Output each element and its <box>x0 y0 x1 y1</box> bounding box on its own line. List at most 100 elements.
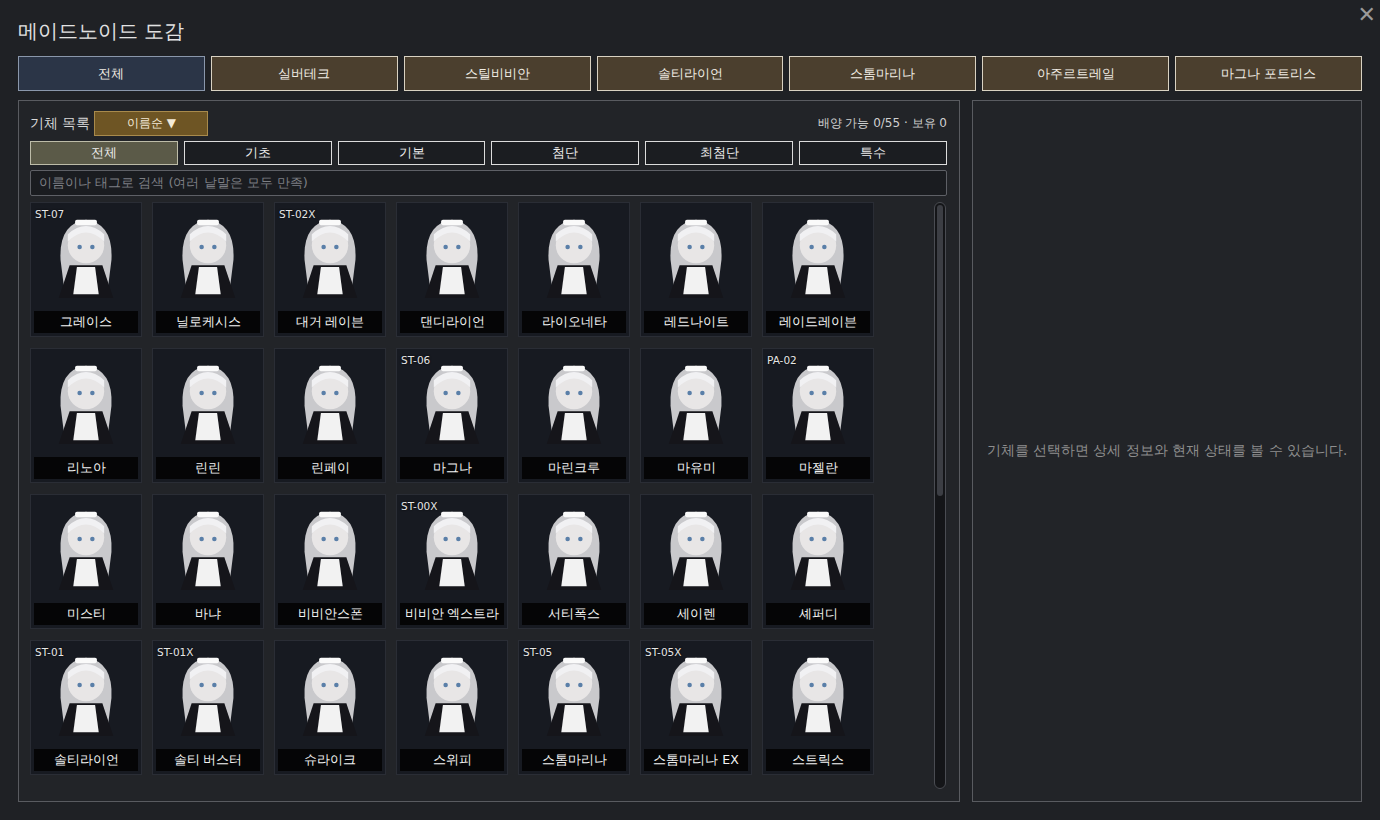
unit-card[interactable]: 미스티 <box>30 494 142 629</box>
faction-tab[interactable]: 스톰마리나 <box>789 56 976 91</box>
tier-tabs: 전체기초기본첨단최첨단특수 <box>30 141 947 165</box>
close-button[interactable]: ✕ <box>1358 2 1376 27</box>
unit-code: ST-07 <box>35 208 64 220</box>
unit-name: 스위피 <box>400 749 504 771</box>
unit-card[interactable]: 스위피 <box>396 640 508 775</box>
unit-card[interactable]: 바냐 <box>152 494 264 629</box>
maid-portrait-icon <box>528 499 620 599</box>
unit-card[interactable]: 마린크루 <box>518 348 630 483</box>
card-list: ST-07 그레이스 닐로케시스 ST-02X 대거 레이븐 댄디라이언 라이오… <box>30 202 947 789</box>
unit-card[interactable]: 스트릭스 <box>762 640 874 775</box>
maid-portrait-icon <box>650 645 742 745</box>
unit-card[interactable]: 셰퍼디 <box>762 494 874 629</box>
unit-card[interactable]: ST-06 마그나 <box>396 348 508 483</box>
unit-card[interactable]: 비비안스폰 <box>274 494 386 629</box>
unit-code: ST-00X <box>401 500 437 512</box>
unit-name: 스톰마리나 <box>522 749 626 771</box>
maid-portrait-icon <box>284 207 376 307</box>
unit-card[interactable]: ST-02X 대거 레이븐 <box>274 202 386 337</box>
unit-name: 마유미 <box>644 457 748 479</box>
tier-tab[interactable]: 기초 <box>184 141 332 165</box>
maid-portrait-icon <box>772 207 864 307</box>
unit-card[interactable]: 린페이 <box>274 348 386 483</box>
unit-name: 그레이스 <box>34 311 138 333</box>
unit-card[interactable]: 마유미 <box>640 348 752 483</box>
unit-name: 비비안스폰 <box>278 603 382 625</box>
unit-name: 라이오네타 <box>522 311 626 333</box>
unit-name: 댄디라이언 <box>400 311 504 333</box>
tier-tab[interactable]: 기본 <box>338 141 486 165</box>
maid-portrait-icon <box>284 353 376 453</box>
maid-portrait-icon <box>528 207 620 307</box>
unit-card[interactable]: 슈라이크 <box>274 640 386 775</box>
unit-code: ST-05X <box>645 646 681 658</box>
unit-name: 솔티라이언 <box>34 749 138 771</box>
unit-card[interactable]: 서티폭스 <box>518 494 630 629</box>
unit-name: 린페이 <box>278 457 382 479</box>
unit-card[interactable]: 댄디라이언 <box>396 202 508 337</box>
unit-name: 서티폭스 <box>522 603 626 625</box>
unit-code: ST-02X <box>279 208 315 220</box>
faction-tabs: 전체실버테크스틸비비안솔티라이언스톰마리나아주르트레일마그나 포트리스 <box>18 56 1362 91</box>
unit-card[interactable]: ST-07 그레이스 <box>30 202 142 337</box>
detail-panel: 기체를 선택하면 상세 정보와 현재 상태를 볼 수 있습니다. <box>972 100 1362 802</box>
tier-tab[interactable]: 전체 <box>30 141 178 165</box>
maid-portrait-icon <box>650 499 742 599</box>
scrollbar[interactable] <box>934 202 946 789</box>
unit-card[interactable]: 레드나이트 <box>640 202 752 337</box>
list-label: 기체 목록 <box>30 115 90 133</box>
tier-tab[interactable]: 첨단 <box>491 141 639 165</box>
unit-card[interactable]: ST-01X 솔티 버스터 <box>152 640 264 775</box>
maid-portrait-icon <box>40 353 132 453</box>
scroll-thumb[interactable] <box>937 205 943 496</box>
faction-tab[interactable]: 전체 <box>18 56 205 91</box>
unit-code: ST-06 <box>401 354 430 366</box>
maid-portrait-icon <box>284 645 376 745</box>
window-title: 메이드노이드 도감 <box>18 12 184 45</box>
title-bar: 메이드노이드 도감 ✕ <box>18 0 1362 56</box>
maid-portrait-icon <box>772 353 864 453</box>
unit-card[interactable]: 린린 <box>152 348 264 483</box>
sort-dropdown[interactable]: 이름순 ▼ <box>94 111 208 136</box>
maid-portrait-icon <box>772 645 864 745</box>
unit-code: PA-02 <box>767 354 797 366</box>
faction-tab[interactable]: 솔티라이언 <box>597 56 784 91</box>
unit-code: ST-05 <box>523 646 552 658</box>
unit-card[interactable]: ST-05X 스톰마리나 EX <box>640 640 752 775</box>
unit-name: 레드나이트 <box>644 311 748 333</box>
maid-portrait-icon <box>650 207 742 307</box>
unit-name: 미스티 <box>34 603 138 625</box>
maid-portrait-icon <box>162 645 254 745</box>
maid-portrait-icon <box>772 499 864 599</box>
faction-tab[interactable]: 마그나 포트리스 <box>1175 56 1362 91</box>
unit-card[interactable]: PA-02 마젤란 <box>762 348 874 483</box>
faction-tab[interactable]: 아주르트레일 <box>982 56 1169 91</box>
unit-name: 비비안 엑스트라 <box>400 603 504 625</box>
faction-tab[interactable]: 스틸비비안 <box>404 56 591 91</box>
unit-card[interactable]: 레이드레이븐 <box>762 202 874 337</box>
search-field[interactable]: 이름이나 태그로 검색 (여러 낱말은 모두 만족) <box>30 170 947 196</box>
unit-name: 닐로케시스 <box>156 311 260 333</box>
summary-text: 배양 가능 0/55 · 보유 0 <box>818 115 947 132</box>
unit-card[interactable]: 리노아 <box>30 348 142 483</box>
unit-card[interactable]: 세이렌 <box>640 494 752 629</box>
unit-name: 셰퍼디 <box>766 603 870 625</box>
unit-name: 린린 <box>156 457 260 479</box>
unit-name: 레이드레이븐 <box>766 311 870 333</box>
maid-portrait-icon <box>406 207 498 307</box>
unit-card[interactable]: ST-05 스톰마리나 <box>518 640 630 775</box>
tier-tab[interactable]: 최첨단 <box>645 141 793 165</box>
unit-card[interactable]: 닐로케시스 <box>152 202 264 337</box>
faction-tab[interactable]: 실버테크 <box>211 56 398 91</box>
unit-name: 리노아 <box>34 457 138 479</box>
maid-portrait-icon <box>406 645 498 745</box>
unit-card[interactable]: 라이오네타 <box>518 202 630 337</box>
unit-card[interactable]: ST-01 솔티라이언 <box>30 640 142 775</box>
codex-window: 메이드노이드 도감 ✕ 전체실버테크스틸비비안솔티라이언스톰마리나아주르트레일마… <box>0 0 1380 820</box>
unit-name: 마그나 <box>400 457 504 479</box>
unit-card[interactable]: ST-00X 비비안 엑스트라 <box>396 494 508 629</box>
maid-portrait-icon <box>650 353 742 453</box>
tier-tab[interactable]: 특수 <box>799 141 947 165</box>
unit-name: 스톰마리나 EX <box>644 749 748 771</box>
list-header: 기체 목록 이름순 ▼ 배양 가능 0/55 · 보유 0 <box>30 111 947 136</box>
